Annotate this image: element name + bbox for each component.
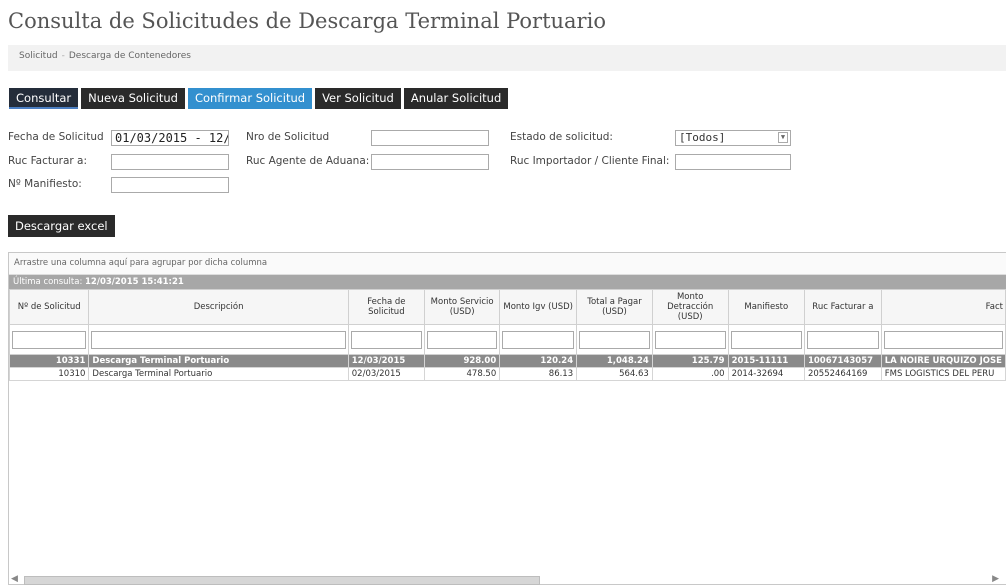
column-filter-input[interactable] bbox=[579, 330, 650, 349]
estado-solicitud-select[interactable]: [Todos] ▼ bbox=[675, 130, 791, 146]
column-filter-input[interactable] bbox=[12, 330, 87, 349]
column-filter-input[interactable] bbox=[654, 330, 726, 349]
confirmar-solicitud-button[interactable]: Confirmar Solicitud bbox=[187, 88, 313, 109]
fecha-solicitud-input[interactable]: 01/03/2015 - 12/03/2015 bbox=[111, 130, 229, 146]
column-header-text: Monto Servicio (USD) bbox=[430, 297, 494, 317]
ruc-agente-input[interactable] bbox=[371, 154, 489, 170]
cell-fecha: 12/03/2015 bbox=[347, 354, 425, 368]
column-filter-input[interactable] bbox=[350, 330, 422, 349]
cell-manifiesto: 2014-32694 bbox=[727, 367, 805, 381]
cell-monto-igv: 120.24 bbox=[499, 354, 578, 368]
scroll-right-icon[interactable]: ▶ bbox=[992, 574, 999, 584]
breadcrumb-current: Descarga de Contenedores bbox=[68, 51, 191, 61]
consultar-button[interactable]: Consultar bbox=[9, 88, 79, 109]
column-filter-input[interactable] bbox=[91, 330, 346, 349]
horizontal-scrollbar[interactable]: ◀ ▶ bbox=[8, 574, 1006, 585]
header-row: Nº de Solicitud Descripción Fecha de Sol… bbox=[9, 289, 1006, 325]
fecha-solicitud-label: Fecha de Solicitud bbox=[8, 131, 104, 143]
column-header[interactable]: Ruc Facturar a bbox=[803, 289, 882, 325]
cell-ruc: 10067143057 bbox=[803, 354, 882, 368]
column-header[interactable]: Monto Detracción (USD) bbox=[651, 289, 729, 325]
column-filter-input[interactable] bbox=[883, 330, 1003, 349]
cell-facturar-nombre: FMS LOGISTICS DEL PERU bbox=[880, 367, 1006, 381]
column-header-text: Fecha de Solicitud bbox=[367, 297, 406, 317]
nro-solicitud-input[interactable] bbox=[371, 130, 489, 146]
cell-detraccion: .00 bbox=[651, 367, 729, 381]
column-filter-input[interactable] bbox=[806, 330, 879, 349]
last-query-value: 12/03/2015 15:41:21 bbox=[85, 277, 184, 287]
cell-monto-servicio: 478.50 bbox=[423, 367, 501, 381]
column-filter-input[interactable] bbox=[502, 330, 575, 349]
column-header[interactable]: Manifiesto bbox=[727, 289, 805, 325]
cell-descripcion: Descarga Terminal Portuario bbox=[88, 354, 349, 368]
estado-solicitud-label: Estado de solicitud: bbox=[510, 131, 613, 143]
nueva-solicitud-button[interactable]: Nueva Solicitud bbox=[81, 88, 185, 109]
cell-nro: 10331 bbox=[9, 354, 90, 368]
ruc-facturar-input[interactable] bbox=[111, 154, 229, 170]
scrollbar-thumb[interactable] bbox=[24, 576, 540, 585]
table-row[interactable]: 10310 Descarga Terminal Portuario 02/03/… bbox=[9, 367, 1006, 381]
manifiesto-input[interactable] bbox=[111, 177, 229, 193]
breadcrumb-root[interactable]: Solicitud bbox=[19, 51, 58, 61]
group-panel[interactable]: Arrastre una columna aquí para agrupar p… bbox=[9, 253, 1006, 275]
cell-ruc: 20552464169 bbox=[803, 367, 882, 381]
column-header[interactable]: Fact bbox=[880, 289, 1006, 325]
estado-solicitud-value: [Todos] bbox=[679, 131, 726, 144]
column-header[interactable]: Monto Servicio (USD) bbox=[423, 289, 501, 325]
column-header[interactable]: Nº de Solicitud bbox=[9, 289, 90, 325]
ruc-agente-label: Ruc Agente de Aduana: bbox=[246, 155, 370, 167]
cell-total: 564.63 bbox=[576, 367, 653, 381]
cell-manifiesto: 2015-11111 bbox=[727, 354, 805, 368]
page-title: Consulta de Solicitudes de Descarga Term… bbox=[8, 9, 606, 33]
last-query-bar: Última consulta: 12/03/2015 15:41:21 bbox=[9, 275, 1006, 290]
cell-fecha: 02/03/2015 bbox=[347, 367, 425, 381]
column-filter-input[interactable] bbox=[426, 330, 498, 349]
filter-row bbox=[9, 324, 1006, 355]
breadcrumb: Solicitud - Descarga de Contenedores bbox=[8, 45, 1006, 71]
results-table: Nº de Solicitud Descripción Fecha de Sol… bbox=[9, 289, 1006, 381]
nro-solicitud-label: Nro de Solicitud bbox=[246, 131, 330, 143]
column-header[interactable]: Fecha de Solicitud bbox=[347, 289, 425, 325]
column-filter-input[interactable] bbox=[730, 330, 802, 349]
column-header[interactable]: Descripción bbox=[88, 289, 349, 325]
cell-monto-igv: 86.13 bbox=[499, 367, 578, 381]
cell-detraccion: 125.79 bbox=[651, 354, 729, 368]
cell-descripcion: Descarga Terminal Portuario bbox=[88, 367, 349, 381]
anular-solicitud-button[interactable]: Anular Solicitud bbox=[403, 88, 509, 109]
last-query-label: Última consulta: bbox=[13, 277, 83, 287]
column-header-text: Monto Detracción (USD) bbox=[667, 292, 714, 322]
cell-nro: 10310 bbox=[9, 367, 90, 381]
table-row[interactable]: 10331 Descarga Terminal Portuario 12/03/… bbox=[9, 354, 1006, 368]
toolbar: Consultar Nueva Solicitud Confirmar Soli… bbox=[9, 88, 509, 109]
results-grid: Arrastre una columna aquí para agrupar p… bbox=[8, 252, 1006, 585]
cell-total: 1,048.24 bbox=[576, 354, 653, 368]
breadcrumb-separator: - bbox=[61, 51, 65, 61]
ver-solicitud-button[interactable]: Ver Solicitud bbox=[315, 88, 401, 109]
column-header[interactable]: Monto Igv (USD) bbox=[499, 289, 578, 325]
cell-facturar-nombre: LA NOIRE URQUIZO JOSE bbox=[880, 354, 1006, 368]
ruc-facturar-label: Ruc Facturar a: bbox=[8, 155, 88, 167]
manifiesto-label: Nº Manifiesto: bbox=[8, 178, 82, 190]
column-header-text: Total a Pagar (USD) bbox=[587, 297, 642, 317]
ruc-importador-input[interactable] bbox=[675, 154, 791, 170]
chevron-down-icon[interactable]: ▼ bbox=[778, 132, 788, 143]
descargar-excel-button[interactable]: Descargar excel bbox=[8, 215, 115, 237]
cell-monto-servicio: 928.00 bbox=[423, 354, 501, 368]
column-header[interactable]: Total a Pagar (USD) bbox=[576, 289, 653, 325]
ruc-importador-label: Ruc Importador / Cliente Final: bbox=[510, 155, 670, 167]
scroll-left-icon[interactable]: ◀ bbox=[11, 574, 18, 584]
